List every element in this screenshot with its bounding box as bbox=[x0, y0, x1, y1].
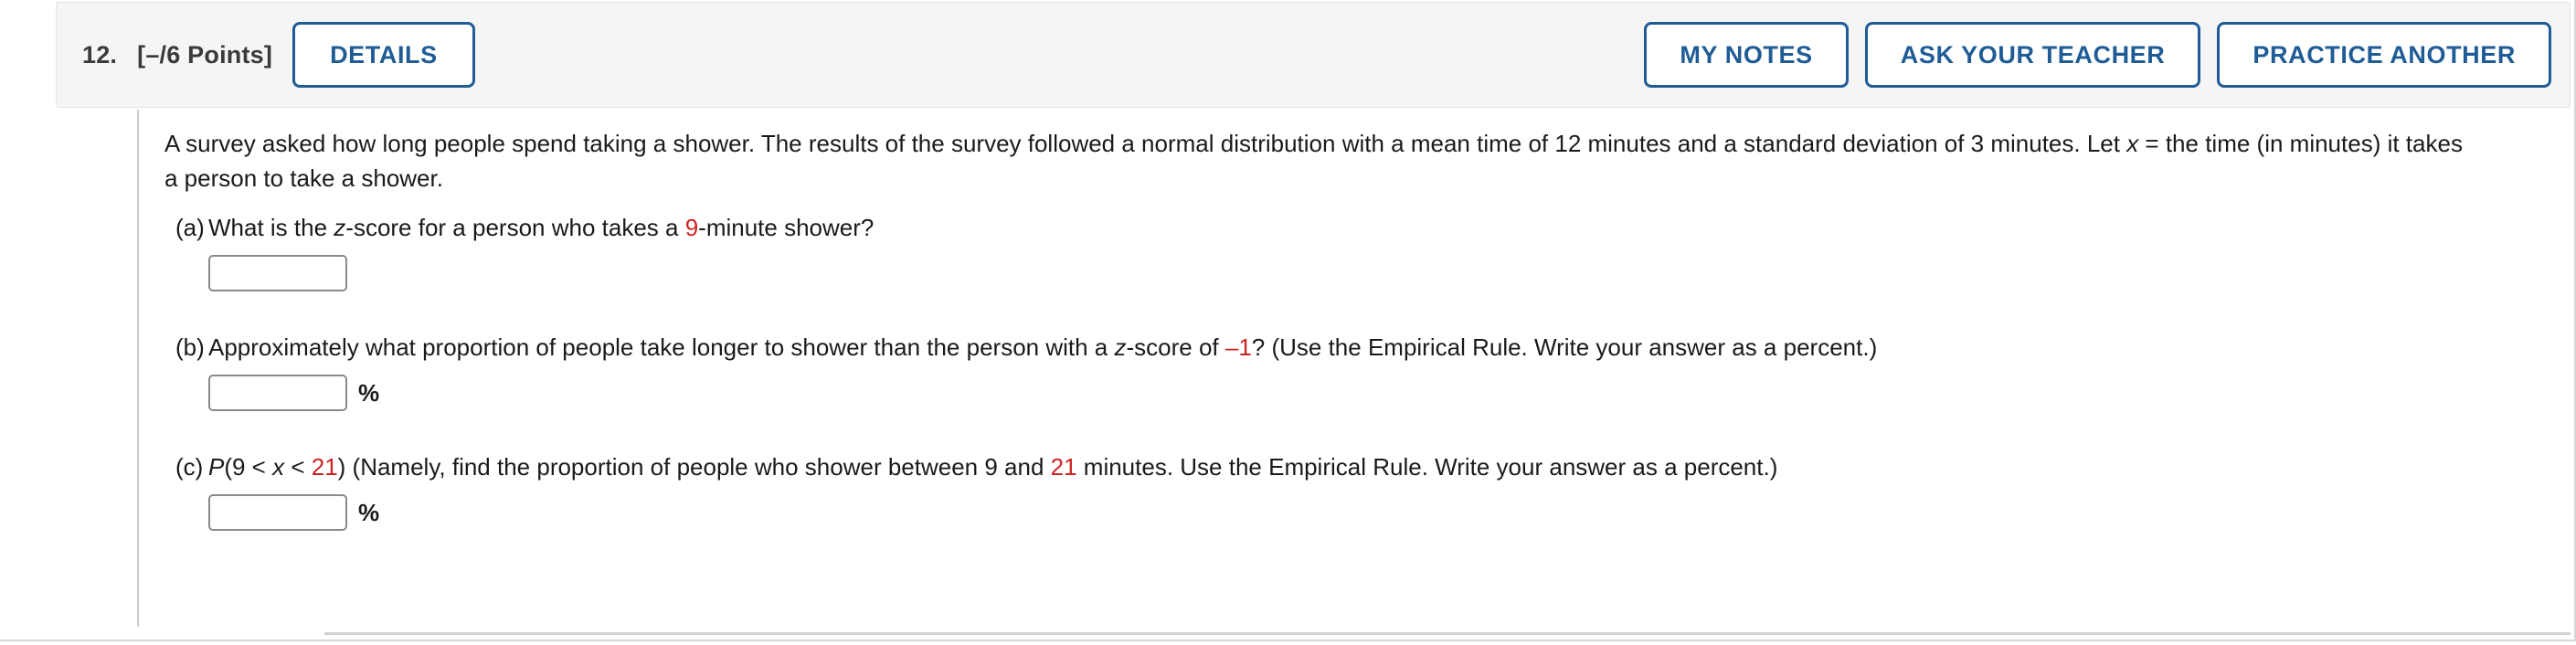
part-label-c: (c) bbox=[175, 453, 204, 481]
question-parts: (a) What is the z-score for a person who… bbox=[164, 210, 2568, 562]
practice-another-button[interactable]: PRACTICE ANOTHER bbox=[2217, 22, 2551, 88]
points-badge: [–/6 Points] bbox=[137, 40, 273, 69]
question-header-actions: MY NOTES ASK YOUR TEACHER PRACTICE ANOTH… bbox=[1644, 22, 2551, 88]
part-content-b: Approximately what proportion of people … bbox=[208, 330, 2568, 442]
part-c-text-4: ) (Namely, find the proportion of people… bbox=[337, 453, 1051, 481]
part-a-answer-row bbox=[208, 255, 2568, 291]
part-c-text-5: minutes. Use the Empirical Rule. Write y… bbox=[1076, 453, 1778, 481]
ask-your-teacher-button[interactable]: ASK YOUR TEACHER bbox=[1864, 22, 2201, 88]
stem-variable: x bbox=[2126, 130, 2139, 157]
part-c-answer-row: % bbox=[208, 494, 2568, 531]
part-content-c: P(9 < x < 21) (Namely, find the proporti… bbox=[208, 449, 2568, 562]
part-a-text-1: What is the bbox=[208, 214, 334, 241]
part-c-text-3: < bbox=[284, 453, 312, 481]
part-c-prompt: P(9 < x < 21) (Namely, find the proporti… bbox=[208, 449, 2568, 484]
question-number: 12. bbox=[82, 40, 118, 69]
part-c-answer-input[interactable] bbox=[208, 494, 347, 531]
part-b-answer-input[interactable] bbox=[208, 375, 347, 411]
part-a-text-3: -minute shower? bbox=[698, 214, 875, 241]
question-page: 12. [–/6 Points] DETAILS MY NOTES ASK YO… bbox=[0, 0, 2576, 645]
question-header-bar: 12. [–/6 Points] DETAILS MY NOTES ASK YO… bbox=[56, 2, 2571, 108]
part-c-value-21-upper: 21 bbox=[311, 453, 338, 481]
part-label-a: (a) bbox=[175, 214, 205, 241]
part-c-italic-x: x bbox=[272, 453, 285, 481]
part-c-percent-unit: % bbox=[358, 499, 380, 526]
part-a-answer-input[interactable] bbox=[208, 255, 347, 291]
part-b-italic-z: z bbox=[1114, 333, 1127, 361]
part-b-answer-row: % bbox=[208, 375, 2568, 411]
stem-line1: A survey asked how long people spend tak… bbox=[164, 130, 2127, 157]
question-part-b: (b) Approximately what proportion of peo… bbox=[164, 330, 2568, 442]
question-header-left: 12. [–/6 Points] DETAILS bbox=[82, 22, 475, 88]
part-content-a: What is the z-score for a person who tak… bbox=[208, 210, 2568, 322]
part-b-value-neg1: –1 bbox=[1224, 333, 1252, 361]
part-b-prompt: Approximately what proportion of people … bbox=[208, 330, 2568, 365]
my-notes-button[interactable]: MY NOTES bbox=[1644, 22, 1849, 88]
part-c-value-21-repeat: 21 bbox=[1050, 453, 1077, 481]
part-b-text-3: ? (Use the Empirical Rule. Write your an… bbox=[1251, 333, 1878, 361]
part-b-percent-unit: % bbox=[358, 379, 380, 407]
part-a-text-2: -score for a person who takes a bbox=[345, 214, 685, 241]
part-c-text-2: (9 < bbox=[224, 453, 273, 481]
question-part-c: (c) P(9 < x < 21) (Namely, find the prop… bbox=[164, 449, 2568, 562]
question-part-a: (a) What is the z-score for a person who… bbox=[164, 210, 2568, 322]
part-b-text-1: Approximately what proportion of people … bbox=[208, 333, 1115, 361]
part-a-value-9: 9 bbox=[684, 214, 699, 241]
part-a-italic-z: z bbox=[334, 214, 346, 241]
part-a-prompt: What is the z-score for a person who tak… bbox=[208, 210, 2568, 245]
section-divider bbox=[324, 632, 2571, 635]
part-b-text-2: -score of bbox=[1126, 333, 1225, 361]
part-c-prob-symbol: P bbox=[208, 453, 225, 481]
question-stem: A survey asked how long people spend tak… bbox=[164, 110, 2467, 196]
details-button[interactable]: DETAILS bbox=[292, 22, 475, 88]
question-body: A survey asked how long people spend tak… bbox=[137, 110, 2568, 627]
part-label-b: (b) bbox=[175, 333, 205, 361]
